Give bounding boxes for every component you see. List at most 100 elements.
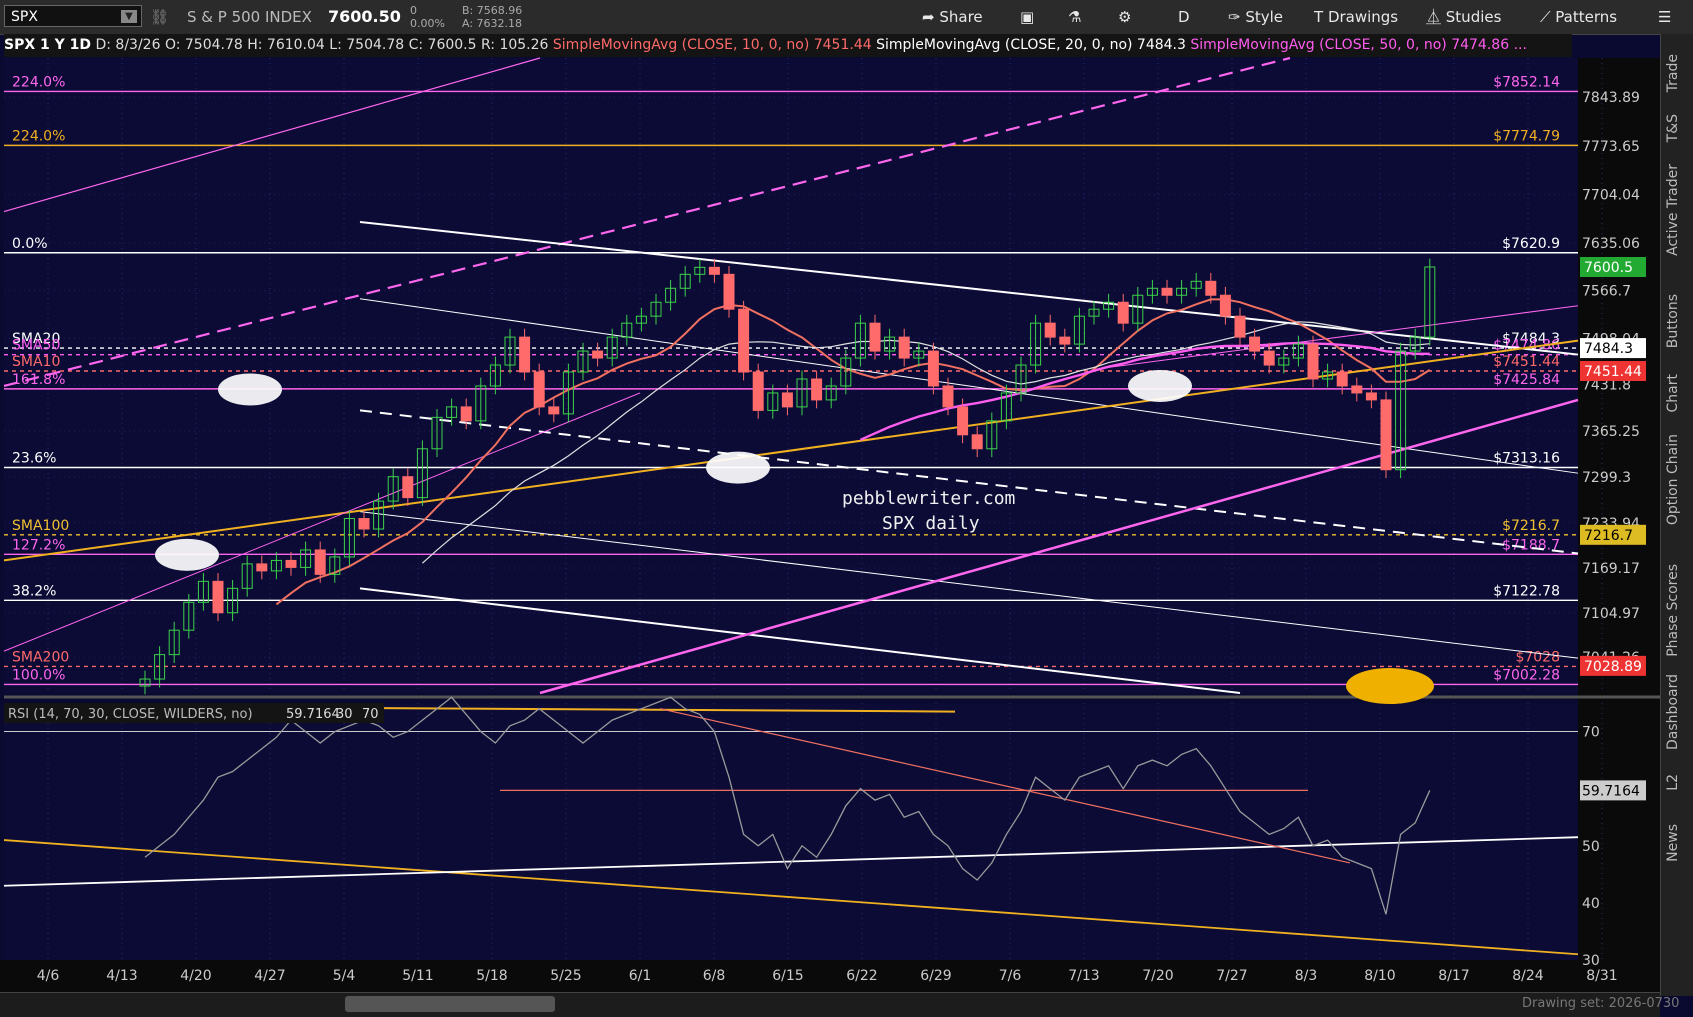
highlight-oval	[706, 451, 770, 484]
candle-body	[971, 434, 983, 450]
level-label: 0.0%	[12, 236, 48, 252]
share-button[interactable]: ➦ Share	[922, 6, 983, 28]
sidebar-tab[interactable]: Chart	[1665, 374, 1690, 412]
style-button[interactable]: ✑ Style	[1228, 6, 1283, 28]
level-label: SMA100	[12, 518, 69, 534]
period-button[interactable]: D	[1178, 6, 1190, 28]
x-tick-label: 8/3	[1295, 968, 1318, 984]
sidebar-tab[interactable]: News	[1665, 824, 1690, 862]
x-tick-label: 4/20	[180, 968, 211, 984]
x-tick-label: 5/11	[402, 968, 433, 984]
sidebar-tab[interactable]: Dashboard	[1665, 674, 1690, 750]
level-label: SMA50	[12, 338, 60, 354]
level-price: $7425.84	[1493, 372, 1560, 388]
x-tick-label: 5/25	[550, 968, 581, 984]
last-price: 7600.50	[328, 7, 401, 26]
gear-icon[interactable]: ⚙	[1118, 6, 1131, 28]
sidebar-tab[interactable]: Trade	[1665, 54, 1690, 92]
scrollbar-thumb[interactable]	[345, 996, 555, 1012]
studies-button[interactable]: ⏅ Studies	[1426, 6, 1501, 28]
candle-body	[781, 392, 793, 408]
top-toolbar: SPX ▼ ⛓ S & P 500 INDEX 7600.50 0 0.00% B…	[0, 0, 1693, 35]
chevron-down-icon[interactable]: ▼	[121, 10, 137, 23]
level-label: SMA200	[12, 649, 69, 665]
level-price: $7313.16	[1493, 450, 1560, 466]
sidebar-tab[interactable]: L2	[1665, 774, 1690, 791]
candle-body	[752, 371, 764, 411]
bid-price: B: 7568.96	[462, 4, 523, 17]
candle-body	[358, 518, 370, 530]
candle-body	[708, 266, 720, 275]
chart-info-bar: SPX 1 Y 1D D: 8/3/26 O: 7504.78 H: 7610.…	[4, 34, 1572, 57]
x-tick-label: 8/10	[1364, 968, 1395, 984]
candle-body	[1336, 371, 1348, 387]
x-tick-label: 6/15	[772, 968, 803, 984]
sma20-label[interactable]: SimpleMovingAvg (CLOSE, 20, 0, no)	[876, 37, 1132, 53]
candle-body	[811, 378, 823, 401]
share-icon: ➦	[922, 8, 940, 26]
candle-body	[533, 371, 545, 408]
level-label: SMA10	[12, 354, 60, 370]
candle-body	[898, 336, 910, 359]
level-label: 38.2%	[12, 583, 56, 599]
x-tick-label: 8/17	[1438, 968, 1469, 984]
y-tick-label: 7566.7	[1582, 284, 1631, 300]
right-sidebar: Trade T&S Active Trader Buttons Chart Option …	[1660, 34, 1693, 996]
sma10-label[interactable]: SimpleMovingAvg (CLOSE, 10, 0, no)	[553, 37, 809, 53]
sidebar-tab[interactable]: Buttons	[1665, 294, 1690, 348]
x-tick-label: 7/20	[1142, 968, 1173, 984]
price-tag-text: 7484.3	[1584, 341, 1633, 357]
menu-icon[interactable]: ☰	[1658, 6, 1671, 28]
price-tag-text: 7451.44	[1584, 364, 1642, 380]
drawings-button[interactable]: T Drawings	[1314, 6, 1398, 28]
candle-body	[927, 350, 939, 387]
level-label: 127.2%	[12, 537, 65, 553]
x-tick-label: 6/8	[703, 968, 726, 984]
link-icon[interactable]: ⛓	[150, 8, 169, 26]
x-tick-label: 6/29	[920, 968, 951, 984]
x-tick-label: 8/31	[1586, 968, 1617, 984]
style-label: Style	[1245, 8, 1284, 26]
y-tick-label: 7843.89	[1582, 90, 1640, 106]
candle-body	[1263, 350, 1275, 366]
sidebar-tab[interactable]: Option Chain	[1665, 434, 1690, 525]
patterns-label: Patterns	[1555, 8, 1618, 26]
sma50-label[interactable]: SimpleMovingAvg (CLOSE, 50, 0, no)	[1190, 37, 1446, 53]
candle-body	[942, 385, 954, 408]
rsi-tick: 70	[1582, 725, 1600, 741]
sidebar-tab[interactable]: Active Trader	[1665, 164, 1690, 256]
candle-body	[1205, 280, 1217, 296]
candle-body	[460, 406, 472, 422]
screenshot-icon[interactable]: ▣	[1020, 6, 1034, 28]
watermark-site: pebblewriter.com	[842, 488, 1016, 509]
rsi-tick: 30	[1582, 953, 1600, 969]
candle-body	[285, 559, 297, 568]
more-studies[interactable]: ...	[1514, 37, 1527, 53]
level-label: 161.8%	[12, 372, 65, 388]
patterns-button[interactable]: ⟋ Patterns	[1540, 6, 1617, 28]
candle-body	[519, 336, 531, 373]
rsi-tick: 40	[1582, 896, 1600, 912]
bottom-scrollbar[interactable]	[0, 992, 1660, 1017]
candle-body	[1117, 301, 1129, 324]
x-tick-label: 6/22	[846, 968, 877, 984]
symbol-selector[interactable]: SPX ▼	[4, 5, 142, 27]
time-axis-bg	[0, 960, 1660, 992]
rsi-tag-text: 59.7164	[1582, 783, 1640, 799]
sma10-value: 7451.44	[813, 37, 872, 53]
sidebar-tab[interactable]: T&S	[1665, 114, 1690, 142]
y-tick-label: 7169.17	[1582, 561, 1640, 577]
y-tick-label: 7365.25	[1582, 424, 1640, 440]
x-tick-label: 4/13	[106, 968, 137, 984]
y-tick-label: 7104.97	[1582, 606, 1640, 622]
chart-title: SPX 1 Y 1D	[4, 37, 92, 53]
x-tick-label: 7/6	[999, 968, 1022, 984]
level-price: $7620.9	[1502, 236, 1560, 252]
candle-body	[314, 549, 326, 575]
level-price: $7188.7	[1502, 537, 1560, 553]
sidebar-tab[interactable]: Phase Scores	[1665, 564, 1690, 657]
x-tick-label: 4/6	[37, 968, 60, 984]
x-tick-label: 6/1	[629, 968, 652, 984]
bar-low: L: 7504.78	[329, 37, 405, 53]
flask-icon[interactable]: ⚗	[1068, 6, 1081, 28]
